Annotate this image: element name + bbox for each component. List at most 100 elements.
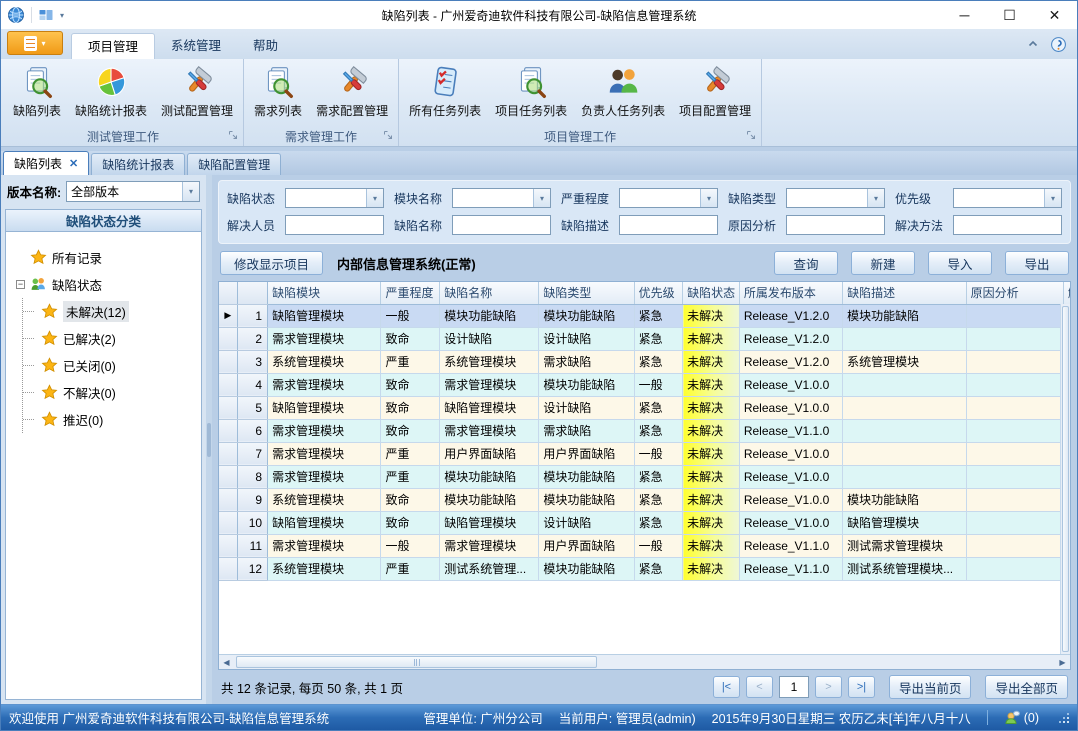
resize-grip-icon[interactable] [1059, 713, 1069, 723]
filter-input-defect-name[interactable] [453, 216, 550, 234]
column-header-version[interactable]: 所属发布版本 [739, 282, 842, 304]
scroll-right-icon[interactable]: ▶ [1055, 658, 1070, 667]
filter-select-defect-type[interactable]: ▾ [786, 188, 885, 208]
column-header-type[interactable]: 缺陷类型 [539, 282, 634, 304]
version-select-caret-icon[interactable]: ▾ [182, 182, 199, 201]
filter-select-caret-icon[interactable]: ▾ [867, 189, 884, 207]
tree-item-resolved[interactable]: 已解决(2) [23, 325, 195, 352]
column-header-module[interactable]: 缺陷模块 [268, 282, 381, 304]
table-row[interactable]: 11需求管理模块一般需求管理模块用户界面缺陷一般未解决Release_V1.1.… [219, 534, 1070, 557]
minimize-button[interactable]: ─ [942, 1, 987, 29]
query-button[interactable]: 查询 [774, 251, 838, 275]
filter-select-priority[interactable]: ▾ [953, 188, 1062, 208]
filter-select-defect-status[interactable]: ▾ [285, 188, 384, 208]
maximize-button[interactable]: ☐ [987, 1, 1032, 29]
version-select[interactable]: 全部版本 ▾ [66, 181, 200, 202]
quick-access-toolbar-icon[interactable] [38, 7, 54, 23]
splitter-handle-icon[interactable] [207, 423, 211, 457]
filter-input-resolver[interactable] [286, 216, 383, 234]
tree-item-unresolved[interactable]: 未解决(12) [23, 298, 195, 325]
dialog-launcher-icon[interactable] [228, 129, 238, 143]
cell-module: 系统管理模块 [268, 488, 381, 511]
vertical-scrollbar[interactable] [1060, 304, 1070, 654]
new-button[interactable]: 新建 [851, 251, 915, 275]
close-button[interactable]: ✕ [1032, 1, 1077, 29]
help-icon[interactable] [1050, 36, 1067, 53]
ribbon-button-project-config-mgmt[interactable]: 项目配置管理 [672, 61, 758, 119]
table-row[interactable]: 6需求管理模块致命需求管理模块需求缺陷紧急未解决Release_V1.1.0 [219, 419, 1070, 442]
doc-tab-defect-stats-report[interactable]: 缺陷统计报表 [91, 153, 185, 175]
ribbon-button-defect-stats-report[interactable]: 缺陷统计报表 [68, 61, 154, 119]
doc-tab-defect-config-mgmt[interactable]: 缺陷配置管理 [187, 153, 281, 175]
table-row[interactable]: 2需求管理模块致命设计缺陷设计缺陷紧急未解决Release_V1.2.0 [219, 327, 1070, 350]
quick-access-dropdown-icon[interactable]: ▾ [60, 11, 64, 20]
dialog-launcher-icon[interactable] [383, 129, 393, 143]
message-indicator[interactable]: (0) [1004, 710, 1039, 726]
table-row[interactable]: 10缺陷管理模块致命缺陷管理模块设计缺陷紧急未解决Release_V1.0.0缺… [219, 511, 1070, 534]
ribbon-button-requirement-list[interactable]: 需求列表 [247, 61, 309, 119]
table-row[interactable]: 9系统管理模块致命模块功能缺陷模块功能缺陷紧急未解决Release_V1.0.0… [219, 488, 1070, 511]
tree-item-all-records[interactable]: 所有记录 [16, 244, 195, 271]
export-all-pages-button[interactable]: 导出全部页 [985, 675, 1068, 699]
filter-select-caret-icon[interactable]: ▾ [700, 189, 717, 207]
import-button[interactable]: 导入 [928, 251, 992, 275]
column-header-status[interactable]: 缺陷状态 [683, 282, 740, 304]
horizontal-scrollbar[interactable]: ◀ ▶ [219, 654, 1070, 669]
ribbon-button-project-task-list[interactable]: 项目任务列表 [488, 61, 574, 119]
ribbon-tab-project-management[interactable]: 项目管理 [71, 33, 155, 59]
ribbon-button-test-config-mgmt[interactable]: 测试配置管理 [154, 61, 240, 119]
export-current-page-button[interactable]: 导出当前页 [889, 675, 972, 699]
filter-input-solution[interactable] [954, 216, 1061, 234]
filter-select-caret-icon[interactable]: ▾ [366, 189, 383, 207]
table-row[interactable]: 7需求管理模块严重用户界面缺陷用户界面缺陷一般未解决Release_V1.0.0 [219, 442, 1070, 465]
column-header-severity[interactable]: 严重程度 [381, 282, 440, 304]
tree-item-closed[interactable]: 已关闭(0) [23, 352, 195, 379]
filter-select-caret-icon[interactable]: ▾ [533, 189, 550, 207]
ribbon-tab-system-management[interactable]: 系统管理 [155, 33, 237, 59]
filter-select-severity[interactable]: ▾ [619, 188, 718, 208]
ribbon-button-all-task-list[interactable]: 所有任务列表 [402, 61, 488, 119]
export-button[interactable]: 导出 [1005, 251, 1069, 275]
column-header-description[interactable]: 缺陷描述 [843, 282, 967, 304]
last-page-button[interactable]: >| [848, 676, 875, 698]
tree-item-wont-fix[interactable]: 不解决(0) [23, 379, 195, 406]
scrollbar-track[interactable] [234, 655, 1055, 669]
tree-item-postponed[interactable]: 推迟(0) [23, 406, 195, 433]
ribbon-button-owner-task-list[interactable]: 负责人任务列表 [574, 61, 672, 119]
doc-tab-defect-list[interactable]: 缺陷列表✕ [3, 151, 89, 175]
ribbon-button-requirement-config-mgmt[interactable]: 需求配置管理 [309, 61, 395, 119]
column-header-analysis[interactable]: 原因分析 [966, 282, 1063, 304]
prev-page-button[interactable]: < [746, 676, 773, 698]
ribbon-tab-help[interactable]: 帮助 [237, 33, 294, 59]
table-row[interactable]: ▶1缺陷管理模块一般模块功能缺陷模块功能缺陷紧急未解决Release_V1.2.… [219, 304, 1070, 327]
modify-display-items-button[interactable]: 修改显示项目 [220, 251, 323, 275]
column-header-priority[interactable]: 优先级 [634, 282, 683, 304]
tree-item-label: 推迟(0) [63, 410, 103, 429]
column-header-solution[interactable]: 解决方法 [1063, 282, 1070, 304]
horizontal-scrollbar-thumb[interactable] [236, 656, 597, 668]
page-number-input[interactable] [779, 676, 809, 698]
application-menu-button[interactable]: ▾ [7, 31, 63, 55]
collapse-ribbon-icon[interactable] [1026, 37, 1040, 51]
dialog-launcher-icon[interactable] [746, 129, 756, 143]
column-header-name[interactable]: 缺陷名称 [440, 282, 539, 304]
tree-item-defect-status[interactable]: −缺陷状态 [16, 271, 195, 298]
table-row[interactable]: 8需求管理模块严重模块功能缺陷模块功能缺陷紧急未解决Release_V1.0.0 [219, 465, 1070, 488]
vertical-scrollbar-thumb[interactable] [1062, 306, 1069, 652]
first-page-button[interactable]: |< [713, 676, 740, 698]
filter-input-cause-analysis[interactable] [787, 216, 884, 234]
table-row[interactable]: 4需求管理模块致命需求管理模块模块功能缺陷一般未解决Release_V1.0.0 [219, 373, 1070, 396]
sidebar-splitter[interactable] [206, 175, 212, 704]
ribbon-button-label: 测试配置管理 [161, 102, 233, 119]
next-page-button[interactable]: > [815, 676, 842, 698]
filter-select-caret-icon[interactable]: ▾ [1044, 189, 1061, 207]
table-row[interactable]: 3系统管理模块严重系统管理模块需求缺陷紧急未解决Release_V1.2.0系统… [219, 350, 1070, 373]
filter-input-defect-description[interactable] [620, 216, 717, 234]
table-row[interactable]: 5缺陷管理模块致命缺陷管理模块设计缺陷紧急未解决Release_V1.0.0 [219, 396, 1070, 419]
tree-expander-icon[interactable]: − [16, 280, 25, 289]
ribbon-button-defect-list[interactable]: 缺陷列表 [6, 61, 68, 119]
tab-close-icon[interactable]: ✕ [69, 157, 78, 170]
filter-select-module-name[interactable]: ▾ [452, 188, 551, 208]
table-row[interactable]: 12系统管理模块严重测试系统管理...模块功能缺陷紧急未解决Release_V1… [219, 557, 1070, 580]
scroll-left-icon[interactable]: ◀ [219, 658, 234, 667]
